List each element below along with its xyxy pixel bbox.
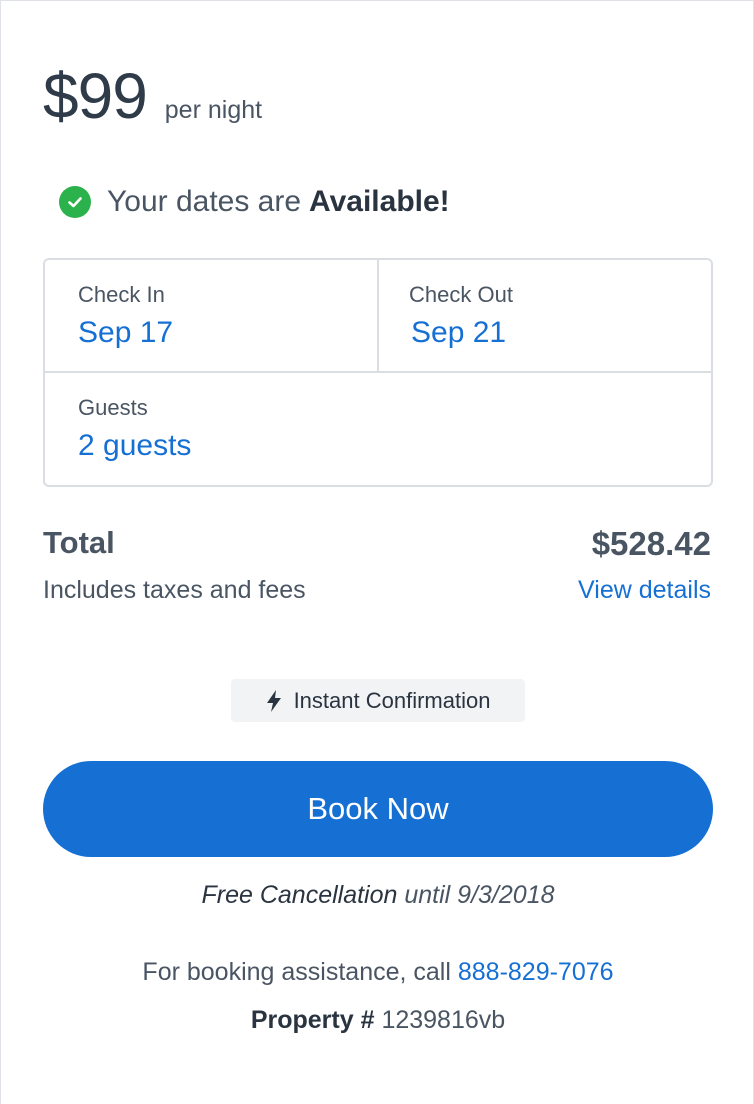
check-in-field[interactable]: Check In Sep 17: [45, 260, 379, 373]
nightly-price: $99: [43, 60, 148, 132]
availability-status-value: Available!: [309, 185, 450, 218]
guests-field[interactable]: Guests 2 guests: [45, 373, 711, 485]
cancellation-policy: Free Cancellation until 9/3/2018: [1, 881, 754, 910]
free-cancellation-text: Free Cancellation: [201, 881, 398, 909]
lightning-bolt-icon: [266, 689, 282, 713]
view-details-link[interactable]: View details: [578, 576, 711, 605]
cancellation-deadline: until 9/3/2018: [404, 881, 555, 909]
booking-card: $99 per night Your dates are Available! …: [0, 0, 754, 1104]
total-amount: $528.42: [591, 525, 711, 562]
total-subtext: Includes taxes and fees: [43, 576, 306, 604]
booking-selector: Check In Sep 17 Check Out Sep 21 Guests …: [43, 258, 713, 487]
booking-assistance: For booking assistance, call 888-829-707…: [1, 958, 754, 987]
instant-confirmation-label: Instant Confirmation: [293, 687, 491, 713]
check-in-label: Check In: [78, 282, 165, 307]
check-out-label: Check Out: [409, 282, 513, 307]
assistance-phone-link[interactable]: 888-829-7076: [458, 958, 614, 986]
total-label: Total: [43, 525, 115, 560]
property-number: Property # 1239816vb: [1, 1006, 754, 1035]
availability-text: Your dates are: [107, 185, 302, 218]
book-now-button[interactable]: Book Now: [43, 761, 713, 857]
price-unit: per night: [164, 96, 263, 124]
property-label: Property #: [250, 1006, 375, 1034]
check-in-value: Sep 17: [78, 316, 174, 349]
instant-confirmation-badge: Instant Confirmation: [231, 679, 525, 722]
guests-value: 2 guests: [78, 429, 192, 462]
check-out-field[interactable]: Check Out Sep 21: [379, 260, 713, 373]
property-id: 1239816vb: [381, 1006, 506, 1034]
check-out-value: Sep 21: [411, 316, 507, 349]
assistance-text: For booking assistance, call: [142, 958, 451, 986]
check-circle-icon: [59, 186, 91, 218]
availability-status: Your dates are Available!: [59, 185, 450, 219]
guests-label: Guests: [78, 395, 148, 420]
price-block: $99 per night: [43, 59, 262, 133]
